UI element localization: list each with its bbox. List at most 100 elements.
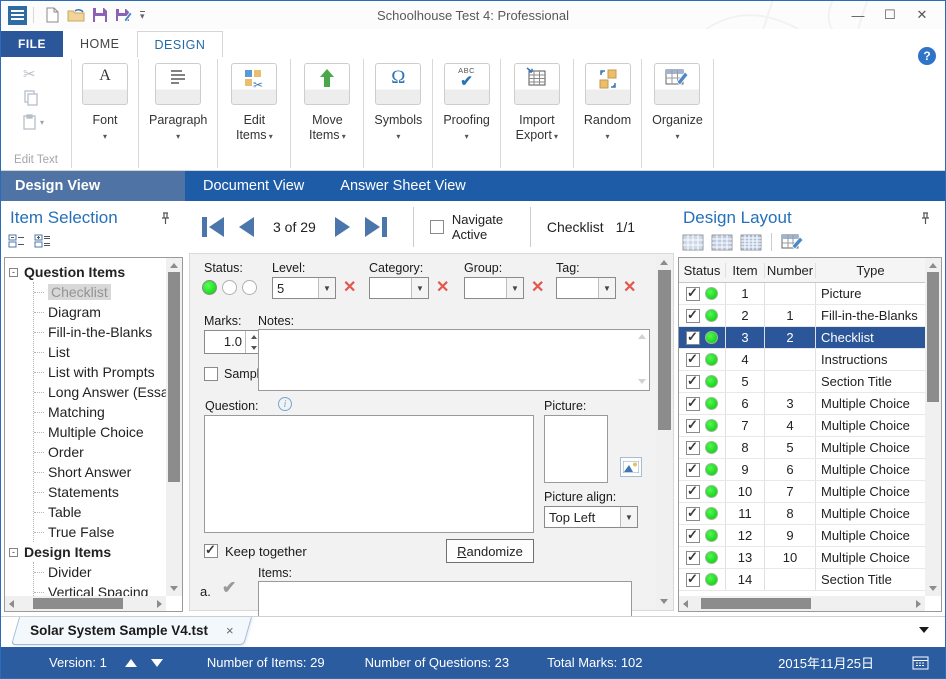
tree-horizontal-scrollbar[interactable] [5, 596, 166, 611]
tree-item-diagram[interactable]: Diagram [34, 302, 166, 322]
paste-icon[interactable]: ▾ [23, 113, 44, 131]
include-checkbox[interactable] [686, 485, 700, 499]
version-down-icon[interactable] [151, 659, 163, 667]
collapse-icon[interactable]: - [9, 548, 18, 557]
clear-level-icon[interactable]: ✕ [343, 280, 356, 296]
pin-icon[interactable] [920, 212, 931, 225]
random-button[interactable]: Random▾ [574, 57, 641, 170]
include-checkbox[interactable] [686, 375, 700, 389]
clear-category-icon[interactable]: ✕ [436, 280, 449, 296]
notes-input[interactable] [258, 329, 650, 391]
calendar-icon[interactable] [912, 655, 929, 670]
tab-home[interactable]: HOME [63, 31, 137, 57]
customize-toolbar-icon[interactable]: ▾ [140, 11, 145, 19]
column-header-number[interactable]: Number [765, 263, 816, 278]
form-vertical-scrollbar[interactable] [656, 254, 673, 610]
table-row[interactable]: 1310Multiple Choice [679, 547, 925, 569]
status-radio-3[interactable] [242, 280, 257, 295]
move-items-button[interactable]: Move Items ▾ [291, 57, 363, 170]
table-row[interactable]: 5Section Title [679, 371, 925, 393]
tree-item-long-answer-essay-[interactable]: Long Answer (Essay) [34, 382, 166, 402]
table-row[interactable]: 96Multiple Choice [679, 459, 925, 481]
table-row[interactable]: 21Fill-in-the-Blanks [679, 305, 925, 327]
import-export-button[interactable]: Import Export ▾ [501, 57, 573, 170]
include-checkbox[interactable] [686, 353, 700, 367]
app-menu-icon[interactable] [8, 6, 27, 25]
status-radio-2[interactable] [222, 280, 237, 295]
include-checkbox[interactable] [686, 287, 700, 301]
close-button[interactable]: ✕ [909, 5, 935, 25]
table-row[interactable]: 118Multiple Choice [679, 503, 925, 525]
collapse-all-icon[interactable] [8, 234, 26, 248]
paragraph-button[interactable]: Paragraph▾ [139, 57, 217, 170]
include-checkbox[interactable] [686, 529, 700, 543]
layout-table-small-icon[interactable] [682, 234, 704, 251]
table-row[interactable]: 85Multiple Choice [679, 437, 925, 459]
table-row[interactable]: 4Instructions [679, 349, 925, 371]
include-checkbox[interactable] [686, 507, 700, 521]
next-item-button[interactable] [333, 215, 353, 239]
table-row[interactable]: 14Section Title [679, 569, 925, 591]
item-check-icon[interactable]: ✔ [222, 578, 236, 598]
randomize-button[interactable]: Randomize [446, 539, 534, 563]
table-row[interactable]: 1Picture [679, 283, 925, 305]
include-checkbox[interactable] [686, 463, 700, 477]
column-header-status[interactable]: Status [679, 263, 726, 278]
tree-item-list[interactable]: List [34, 342, 166, 362]
paste-dropdown-icon[interactable]: ▾ [40, 118, 44, 127]
column-header-type[interactable]: Type [816, 263, 925, 278]
save-as-button[interactable] [112, 4, 136, 26]
marks-stepper[interactable]: 1.0 [204, 330, 262, 354]
last-item-button[interactable] [362, 215, 390, 239]
tree-item-true-false[interactable]: True False [34, 522, 166, 542]
table-row[interactable]: 74Multiple Choice [679, 415, 925, 437]
include-checkbox[interactable] [686, 573, 700, 587]
tree-item-list-with-prompts[interactable]: List with Prompts [34, 362, 166, 382]
insert-picture-button[interactable] [620, 457, 642, 477]
status-active-radio[interactable] [202, 280, 217, 295]
question-input[interactable] [204, 415, 534, 533]
include-checkbox[interactable] [686, 551, 700, 565]
tree-item-order[interactable]: Order [34, 442, 166, 462]
view-tab-answer-sheet-view[interactable]: Answer Sheet View [322, 171, 483, 201]
help-icon[interactable]: ? [918, 47, 936, 65]
keep-together-checkbox[interactable] [204, 544, 218, 558]
include-checkbox[interactable] [686, 441, 700, 455]
tab-list-dropdown-icon[interactable] [919, 627, 929, 633]
proofing-button[interactable]: ABC✔Proofing▾ [433, 57, 500, 170]
first-item-button[interactable] [199, 215, 227, 239]
table-row[interactable]: 107Multiple Choice [679, 481, 925, 503]
document-tab[interactable]: Solar System Sample V4.tst × [11, 617, 252, 645]
include-checkbox[interactable] [686, 309, 700, 323]
edit-items-button[interactable]: ✂Edit Items ▾ [218, 57, 290, 170]
clear-tag-icon[interactable]: ✕ [623, 280, 636, 296]
minimize-button[interactable]: — [845, 5, 871, 25]
organize-button[interactable]: Organize▾ [642, 57, 713, 170]
column-header-item[interactable]: Item [726, 263, 765, 278]
cut-icon[interactable]: ✂ [23, 65, 44, 83]
tree-item-vertical-spacing[interactable]: Vertical Spacing [34, 582, 166, 596]
table-row[interactable]: 129Multiple Choice [679, 525, 925, 547]
include-checkbox[interactable] [686, 397, 700, 411]
expand-all-icon[interactable] [34, 234, 52, 248]
tree-item-divider[interactable]: Divider [34, 562, 166, 582]
save-button[interactable] [88, 4, 112, 26]
symbols-button[interactable]: ΩSymbols▾ [364, 57, 432, 170]
clear-group-icon[interactable]: ✕ [531, 280, 544, 296]
tree-item-matching[interactable]: Matching [34, 402, 166, 422]
view-tab-design-view[interactable]: Design View [1, 171, 185, 201]
picture-align-select[interactable]: Top Left▼ [544, 506, 638, 528]
edit-layout-icon[interactable] [781, 233, 805, 251]
tree-vertical-scrollbar[interactable] [166, 258, 182, 596]
tag-select[interactable]: ▼ [556, 277, 616, 299]
tree-item-fill-in-the-blanks[interactable]: Fill-in-the-Blanks [34, 322, 166, 342]
tree-group-question-items[interactable]: -Question Items [9, 262, 166, 282]
tree-item-table[interactable]: Table [34, 502, 166, 522]
tree-item-checklist[interactable]: Checklist [34, 282, 166, 302]
tree-item-statements[interactable]: Statements [34, 482, 166, 502]
maximize-button[interactable]: ☐ [877, 5, 903, 25]
tree-item-multiple-choice[interactable]: Multiple Choice [34, 422, 166, 442]
font-button[interactable]: AFont▾ [72, 57, 138, 170]
version-up-icon[interactable] [125, 659, 137, 667]
include-checkbox[interactable] [686, 331, 700, 345]
